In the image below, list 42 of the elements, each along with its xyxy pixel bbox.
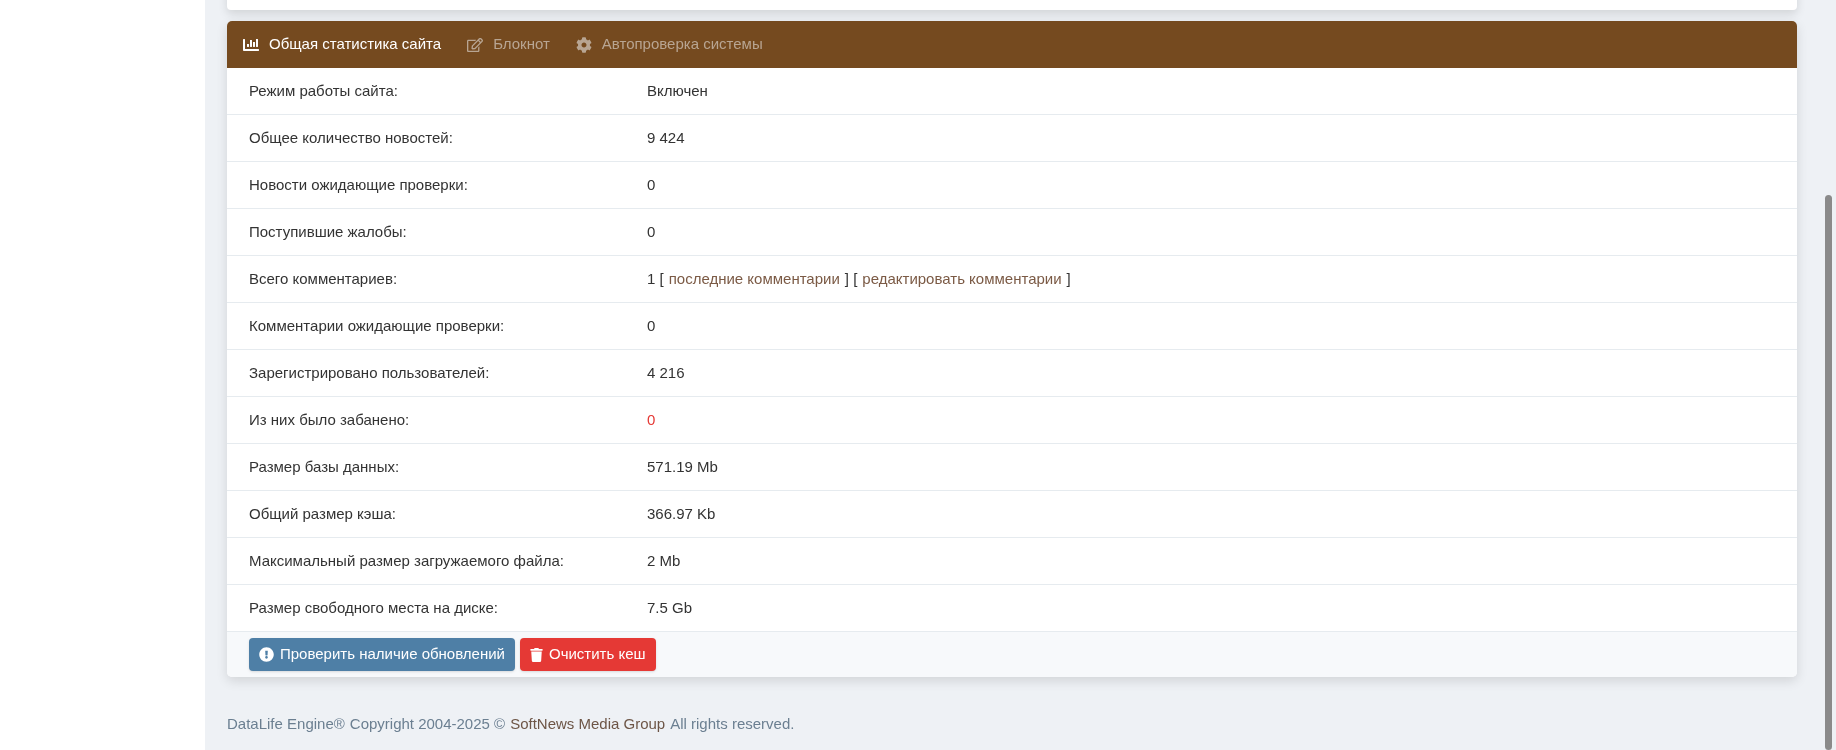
trash-icon bbox=[529, 647, 543, 662]
value-text: 9 424 bbox=[647, 127, 685, 148]
panel-tab[interactable]: Общая статистика сайта bbox=[243, 33, 442, 56]
value-text: 0 bbox=[647, 221, 656, 242]
value-text: ] bbox=[1066, 268, 1071, 289]
value-text: 2 Mb bbox=[647, 550, 681, 571]
product-link[interactable]: DataLife Engine® bbox=[227, 713, 345, 736]
value-text: ] [ bbox=[844, 268, 858, 289]
row-label: Из них было забанено: bbox=[249, 409, 411, 430]
value-text: 0 bbox=[647, 174, 656, 195]
row-label: Всего комментариев: bbox=[249, 268, 399, 289]
value-text: 366.97 Kb bbox=[647, 503, 716, 524]
panel-tab[interactable]: Автопроверка системы bbox=[575, 33, 763, 56]
value-text: 0 bbox=[647, 315, 656, 336]
value-text: 4 216 bbox=[647, 362, 685, 383]
company-link[interactable]: SoftNews Media Group bbox=[510, 713, 666, 736]
panel-tab[interactable]: Блокнот bbox=[467, 33, 550, 56]
comments-link[interactable]: редактировать комментарии bbox=[862, 267, 1062, 291]
gear-icon bbox=[575, 36, 592, 53]
row-label: Комментарии ожидающие проверки: bbox=[249, 315, 506, 336]
clear-cache-button[interactable]: Очистить кеш bbox=[519, 638, 656, 671]
bar-chart-icon bbox=[243, 36, 259, 53]
value-text: 1 [ bbox=[647, 268, 664, 289]
row-label: Размер свободного места на диске: bbox=[249, 597, 500, 618]
value-text: 571.19 Mb bbox=[647, 456, 718, 477]
copyright-text: All rights reserved. bbox=[670, 714, 795, 734]
value-text: Включен bbox=[647, 80, 708, 101]
comments-link[interactable]: последние комментарии bbox=[668, 267, 840, 291]
row-label: Новости ожидающие проверки: bbox=[249, 174, 469, 195]
row-label: Поступившие жалобы: bbox=[249, 221, 408, 242]
alert-icon bbox=[259, 647, 274, 662]
edit-icon bbox=[467, 36, 484, 53]
copyright-text: Copyright 2004-2025 © bbox=[349, 714, 506, 734]
value-text: 7.5 Gb bbox=[647, 597, 693, 618]
row-label: Зарегистрировано пользователей: bbox=[249, 362, 491, 383]
value-text: 0 bbox=[647, 409, 656, 430]
row-label: Максимальный размер загружаемого файла: bbox=[249, 550, 565, 571]
check-updates-button[interactable]: Проверить наличие обновлений bbox=[249, 638, 515, 671]
row-label: Общий размер кэша: bbox=[249, 503, 397, 524]
row-label: Общее количество новостей: bbox=[249, 127, 454, 148]
row-label: Режим работы сайта: bbox=[249, 80, 399, 101]
row-label: Размер базы данных: bbox=[249, 456, 401, 477]
